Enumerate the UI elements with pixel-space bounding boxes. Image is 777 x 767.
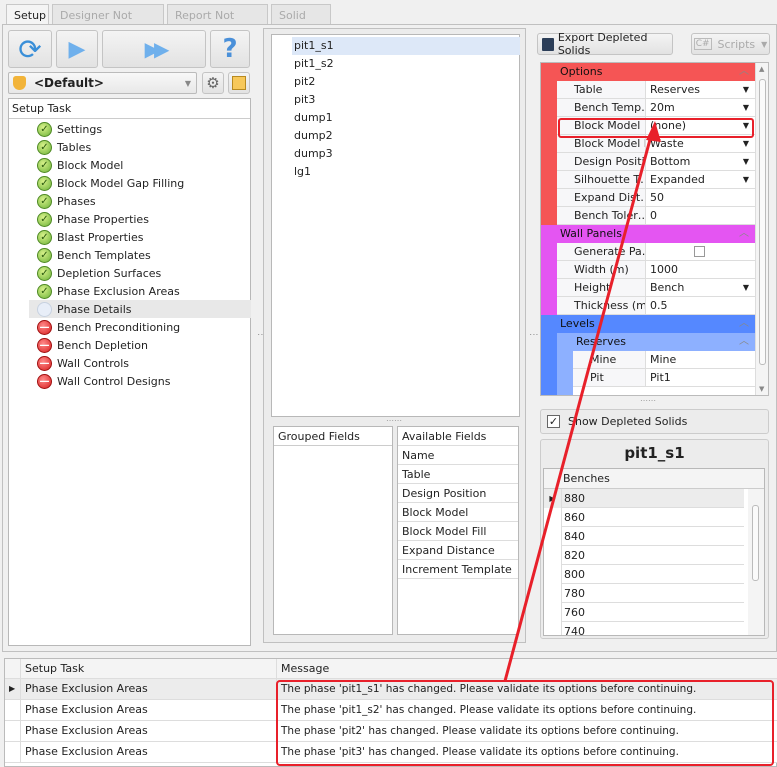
annotation-arrow: [503, 121, 661, 682]
